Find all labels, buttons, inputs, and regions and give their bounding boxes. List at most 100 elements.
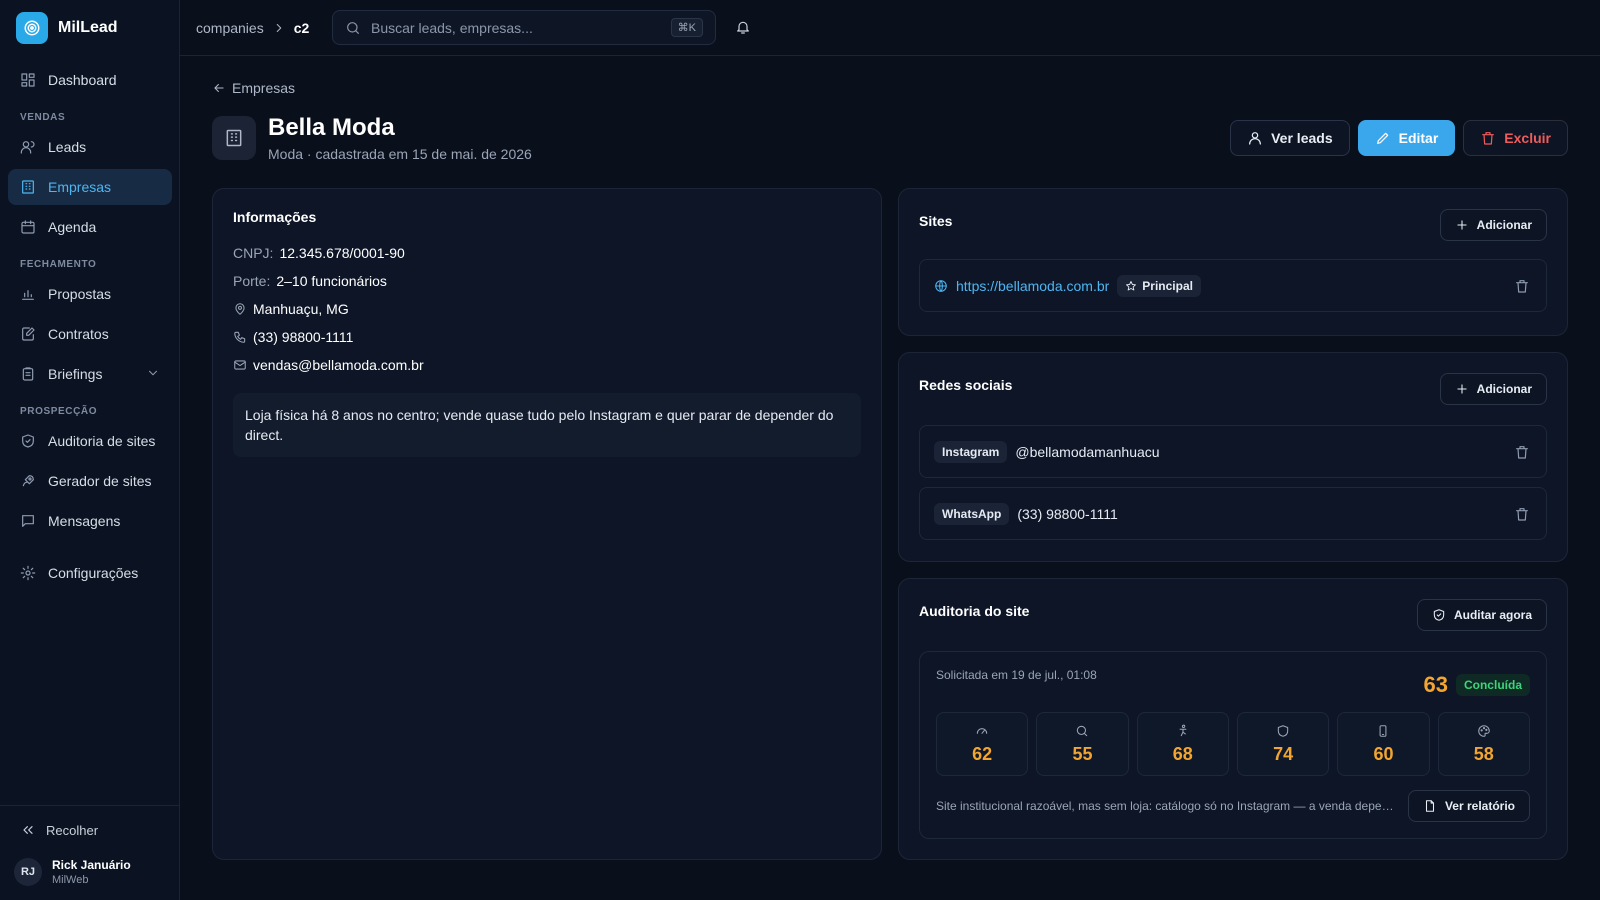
sidebar-item-label: Configurações — [48, 565, 139, 581]
add-site-button[interactable]: Adicionar — [1439, 209, 1547, 241]
shield-icon — [1277, 724, 1289, 737]
breadcrumb: companies c2 — [196, 20, 309, 36]
delete-social-button[interactable] — [1514, 444, 1530, 460]
sidebar-item-label: Gerador de sites — [48, 473, 152, 489]
social-handle: @bellamodamanhuacu — [1015, 443, 1160, 460]
file-icon — [1425, 800, 1434, 812]
sidebar-item-leads[interactable]: Leads — [8, 129, 172, 165]
search-input[interactable]: Buscar leads, empresas... ⌘K — [332, 10, 716, 45]
mobile-icon — [1380, 724, 1387, 737]
metric-value: 68 — [1172, 743, 1193, 764]
view-leads-button[interactable]: Ver leads — [1230, 120, 1350, 156]
sidebar-item-configuracoes[interactable]: Configurações — [8, 555, 172, 591]
add-social-button[interactable]: Adicionar — [1439, 373, 1547, 405]
sidebar-item-mensagens[interactable]: Mensagens — [8, 503, 172, 539]
user-org: MilWeb — [52, 874, 89, 886]
sites-title: Sites — [919, 213, 953, 229]
phone-value[interactable]: (33) 98800-1111 — [253, 329, 353, 345]
metric-accessibility: 68 — [1136, 712, 1229, 776]
delete-social-button[interactable] — [1514, 506, 1530, 522]
notifications-button[interactable] — [735, 19, 751, 35]
audit-metrics: 62 55 68 74 60 58 — [936, 712, 1530, 776]
gear-icon — [20, 565, 36, 581]
section-vendas: VENDAS — [20, 112, 66, 123]
metric-value: 74 — [1273, 743, 1294, 764]
trash-icon — [1516, 446, 1528, 459]
trash-icon — [1516, 280, 1528, 293]
chevrons-left-icon — [23, 826, 33, 834]
edit-button[interactable]: Editar — [1357, 120, 1456, 156]
search-shortcut: ⌘K — [670, 18, 703, 37]
delete-button[interactable]: Excluir — [1463, 120, 1568, 156]
sidebar-item-auditoria[interactable]: Auditoria de sites — [8, 423, 172, 459]
palette-icon — [1478, 724, 1490, 737]
shield-check-icon — [22, 434, 34, 448]
search-icon — [1077, 725, 1088, 736]
social-row-whatsapp: WhatsApp (33) 98800-1111 — [919, 487, 1547, 540]
delete-site-button[interactable] — [1514, 278, 1530, 294]
sidebar-item-label: Propostas — [48, 286, 112, 302]
metric-value: 60 — [1373, 743, 1394, 764]
chevron-down-icon[interactable] — [146, 366, 160, 380]
sidebar-item-label: Briefings — [48, 366, 103, 382]
building-icon — [226, 129, 242, 147]
collapse-button[interactable]: Recolher — [0, 806, 180, 850]
brand[interactable]: MilLead — [16, 12, 118, 44]
accessibility-icon — [1179, 724, 1187, 736]
mail-icon — [234, 360, 246, 370]
network-badge: Instagram — [934, 440, 1008, 463]
sidebar-item-empresas[interactable]: Empresas — [8, 169, 172, 205]
sites-card: Sites Adicionar https://bellamoda.com.br… — [898, 188, 1568, 336]
view-report-label: Ver relatório — [1444, 799, 1515, 813]
site-url-link[interactable]: https://bellamoda.com.br — [956, 278, 1109, 294]
breadcrumb-item-companies[interactable]: companies — [196, 20, 264, 36]
gauge-icon — [976, 727, 988, 734]
sidebar-item-gerador[interactable]: Gerador de sites — [8, 463, 172, 499]
phone-icon — [234, 331, 246, 343]
run-audit-label: Auditar agora — [1453, 608, 1532, 622]
sidebar-item-label: Dashboard — [48, 72, 117, 88]
file-edit-icon — [22, 327, 35, 341]
sidebar-item-agenda[interactable]: Agenda — [8, 209, 172, 245]
sidebar-item-dashboard[interactable]: Dashboard — [8, 62, 172, 98]
avatar: RJ — [14, 858, 42, 886]
porte-value: 2–10 funcionários — [276, 273, 387, 289]
social-handle: (33) 98800-1111 — [1017, 505, 1118, 522]
audit-title: Auditoria do site — [919, 603, 1030, 619]
chevron-right-icon — [276, 23, 281, 32]
trash-icon — [1516, 508, 1528, 521]
email-value[interactable]: vendas@bellamoda.com.br — [253, 357, 424, 373]
metric-security: 74 — [1236, 712, 1330, 776]
breadcrumb-item-current: c2 — [293, 19, 310, 36]
view-report-button[interactable]: Ver relatório — [1407, 790, 1530, 822]
delete-label: Excluir — [1504, 130, 1551, 146]
sidebar-item-briefings[interactable]: Briefings — [8, 356, 172, 392]
page-actions: Ver leads Editar Excluir — [1230, 120, 1568, 156]
audit-score-value: 63 — [1423, 672, 1448, 697]
cnpj-row: CNPJ: 12.345.678/0001-90 — [233, 239, 861, 267]
trash-icon — [1482, 132, 1495, 145]
cnpj-label: CNPJ: — [233, 245, 274, 261]
porte-label: Porte: — [233, 273, 271, 289]
back-label: Empresas — [232, 80, 296, 96]
rocket-icon — [22, 475, 34, 487]
search-placeholder: Buscar leads, empresas... — [371, 19, 533, 36]
building-icon — [22, 180, 34, 194]
run-audit-button[interactable]: Auditar agora — [1416, 599, 1547, 631]
phone-row: (33) 98800-1111 — [233, 323, 861, 351]
section-fechamento: FECHAMENTO — [20, 259, 97, 270]
porte-row: Porte: 2–10 funcionários — [233, 267, 861, 295]
user-profile[interactable]: RJ Rick Januário MilWeb — [0, 850, 180, 900]
audit-result: Solicitada em 19 de jul., 01:08 63 Concl… — [919, 651, 1547, 839]
sidebar-item-contratos[interactable]: Contratos — [8, 316, 172, 352]
sidebar-footer: Recolher RJ Rick Januário MilWeb — [0, 805, 180, 900]
sidebar-item-propostas[interactable]: Propostas — [8, 276, 172, 312]
search-icon — [347, 21, 359, 34]
location-row: Manhuaçu, MG — [233, 295, 861, 323]
bar-chart-icon — [22, 290, 34, 300]
back-link[interactable]: Empresas — [212, 80, 295, 96]
add-site-label: Adicionar — [1476, 218, 1532, 232]
metric-value: 58 — [1473, 743, 1494, 764]
info-card: Informações CNPJ: 12.345.678/0001-90 Por… — [212, 188, 882, 860]
cnpj-value: 12.345.678/0001-90 — [279, 245, 405, 261]
